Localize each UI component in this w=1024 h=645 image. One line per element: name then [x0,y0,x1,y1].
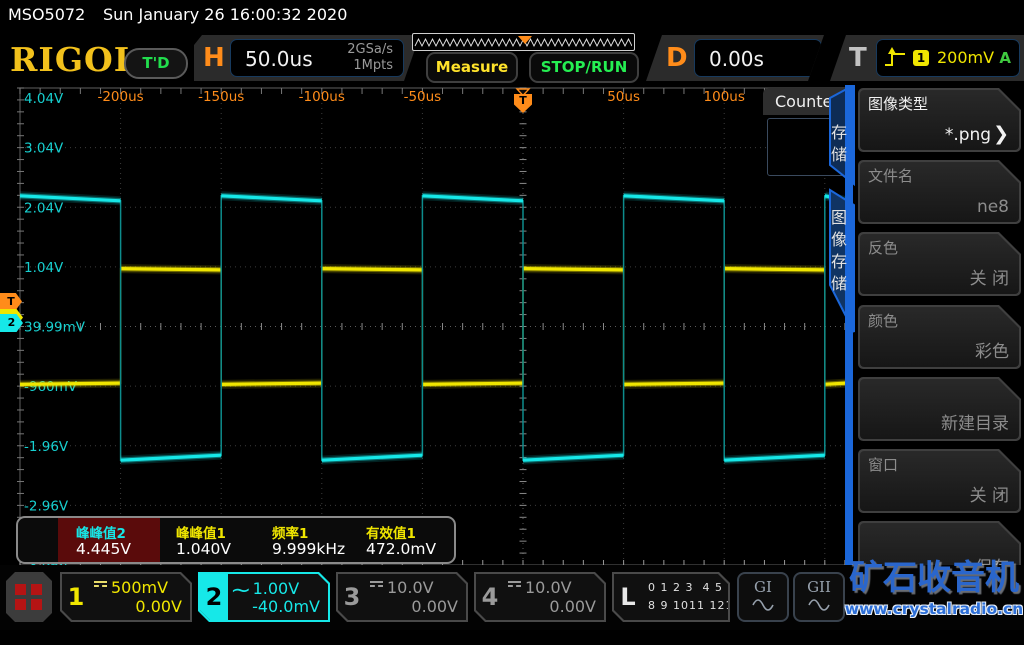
tab-image-storage[interactable]: 图像存储 [830,207,848,295]
dc-coupling-icon [370,581,383,591]
channel2-box[interactable]: 2 ~1.00V -40.0mV [198,572,330,622]
measurement-vpp1[interactable]: 峰峰值1 1.040V [176,518,268,562]
svg-text:50us: 50us [607,89,640,105]
svg-text:-2.96V: -2.96V [24,498,69,514]
dc-coupling-icon [94,581,107,591]
sine-wave-icon [808,599,830,611]
svg-text:-200us: -200us [97,89,143,105]
sine-wave-icon [752,599,774,611]
svg-text:-50us: -50us [404,89,442,105]
watermark: 矿石收音机 www.crystalradio.cn [844,556,1024,618]
logic-analyzer-box[interactable]: L 0 1 2 3 4 5 6 7 8 9 1011 12131415 [612,572,730,622]
channel4-box[interactable]: 4 10.0V 0.00V [474,572,606,622]
measurement-vrms1[interactable]: 有效值1 472.0mV [366,518,450,562]
chevron-right-icon: ❯ [993,123,1009,145]
measurement-freq1[interactable]: 频率1 9.999kHz [272,518,362,562]
menu-item-window[interactable]: 窗口 关 闭 [858,449,1021,513]
digital-channels-row1: 0 1 2 3 4 5 6 7 [648,581,748,594]
ac-coupling-icon: ~ [230,578,252,602]
watermark-url: www.crystalradio.cn [844,600,1024,618]
watermark-title: 矿石收音机 [849,558,1019,598]
svg-text:100us: 100us [704,89,745,105]
measurement-panel: 峰峰值2 4.445V 峰峰值1 1.040V 频率1 9.999kHz 有效值… [16,516,456,564]
svg-text:-1.96V: -1.96V [24,439,69,455]
svg-text:-100us: -100us [299,89,345,105]
svg-text:-150us: -150us [198,89,244,105]
channel3-box[interactable]: 3 10.0V 0.00V [336,572,468,622]
menu-border-line [845,85,853,630]
dc-coupling-icon [508,581,521,591]
menu-item-filename[interactable]: 文件名 ne8 [858,160,1021,224]
menu-item-color[interactable]: 颜色 彩色 [858,305,1021,369]
channel2-number: 2 [200,574,228,620]
measurement-vpp2[interactable]: 峰峰值2 4.445V [76,518,172,562]
channel4-number: 4 [481,583,499,611]
quick-menu-button[interactable] [6,572,52,622]
menu-item-invert[interactable]: 反色 关 闭 [858,232,1021,296]
menu-item-new-directory[interactable]: 新建目录 [858,377,1021,441]
svg-text:2.04V: 2.04V [24,200,64,216]
svg-text:39.99mV: 39.99mV [24,320,86,336]
menu-panel: 图像类型 *.png ❯ 文件名 ne8 反色 关 闭 颜色 彩色 新建目录 窗口… [855,84,1024,630]
channel1-number: 1 [67,583,85,611]
generator1-box[interactable]: GI [737,572,789,622]
tab-storage[interactable]: 存储 [830,122,848,166]
channel1-box[interactable]: 1 500mV 0.00V [60,572,192,622]
svg-text:3.04V: 3.04V [24,141,64,157]
svg-text:1.04V: 1.04V [24,260,64,276]
channel3-number: 3 [343,583,361,611]
menu-item-image-type[interactable]: 图像类型 *.png ❯ [858,88,1021,152]
logic-label: L [620,583,636,611]
generator2-box[interactable]: GII [793,572,845,622]
svg-text:4.04V: 4.04V [24,91,64,107]
